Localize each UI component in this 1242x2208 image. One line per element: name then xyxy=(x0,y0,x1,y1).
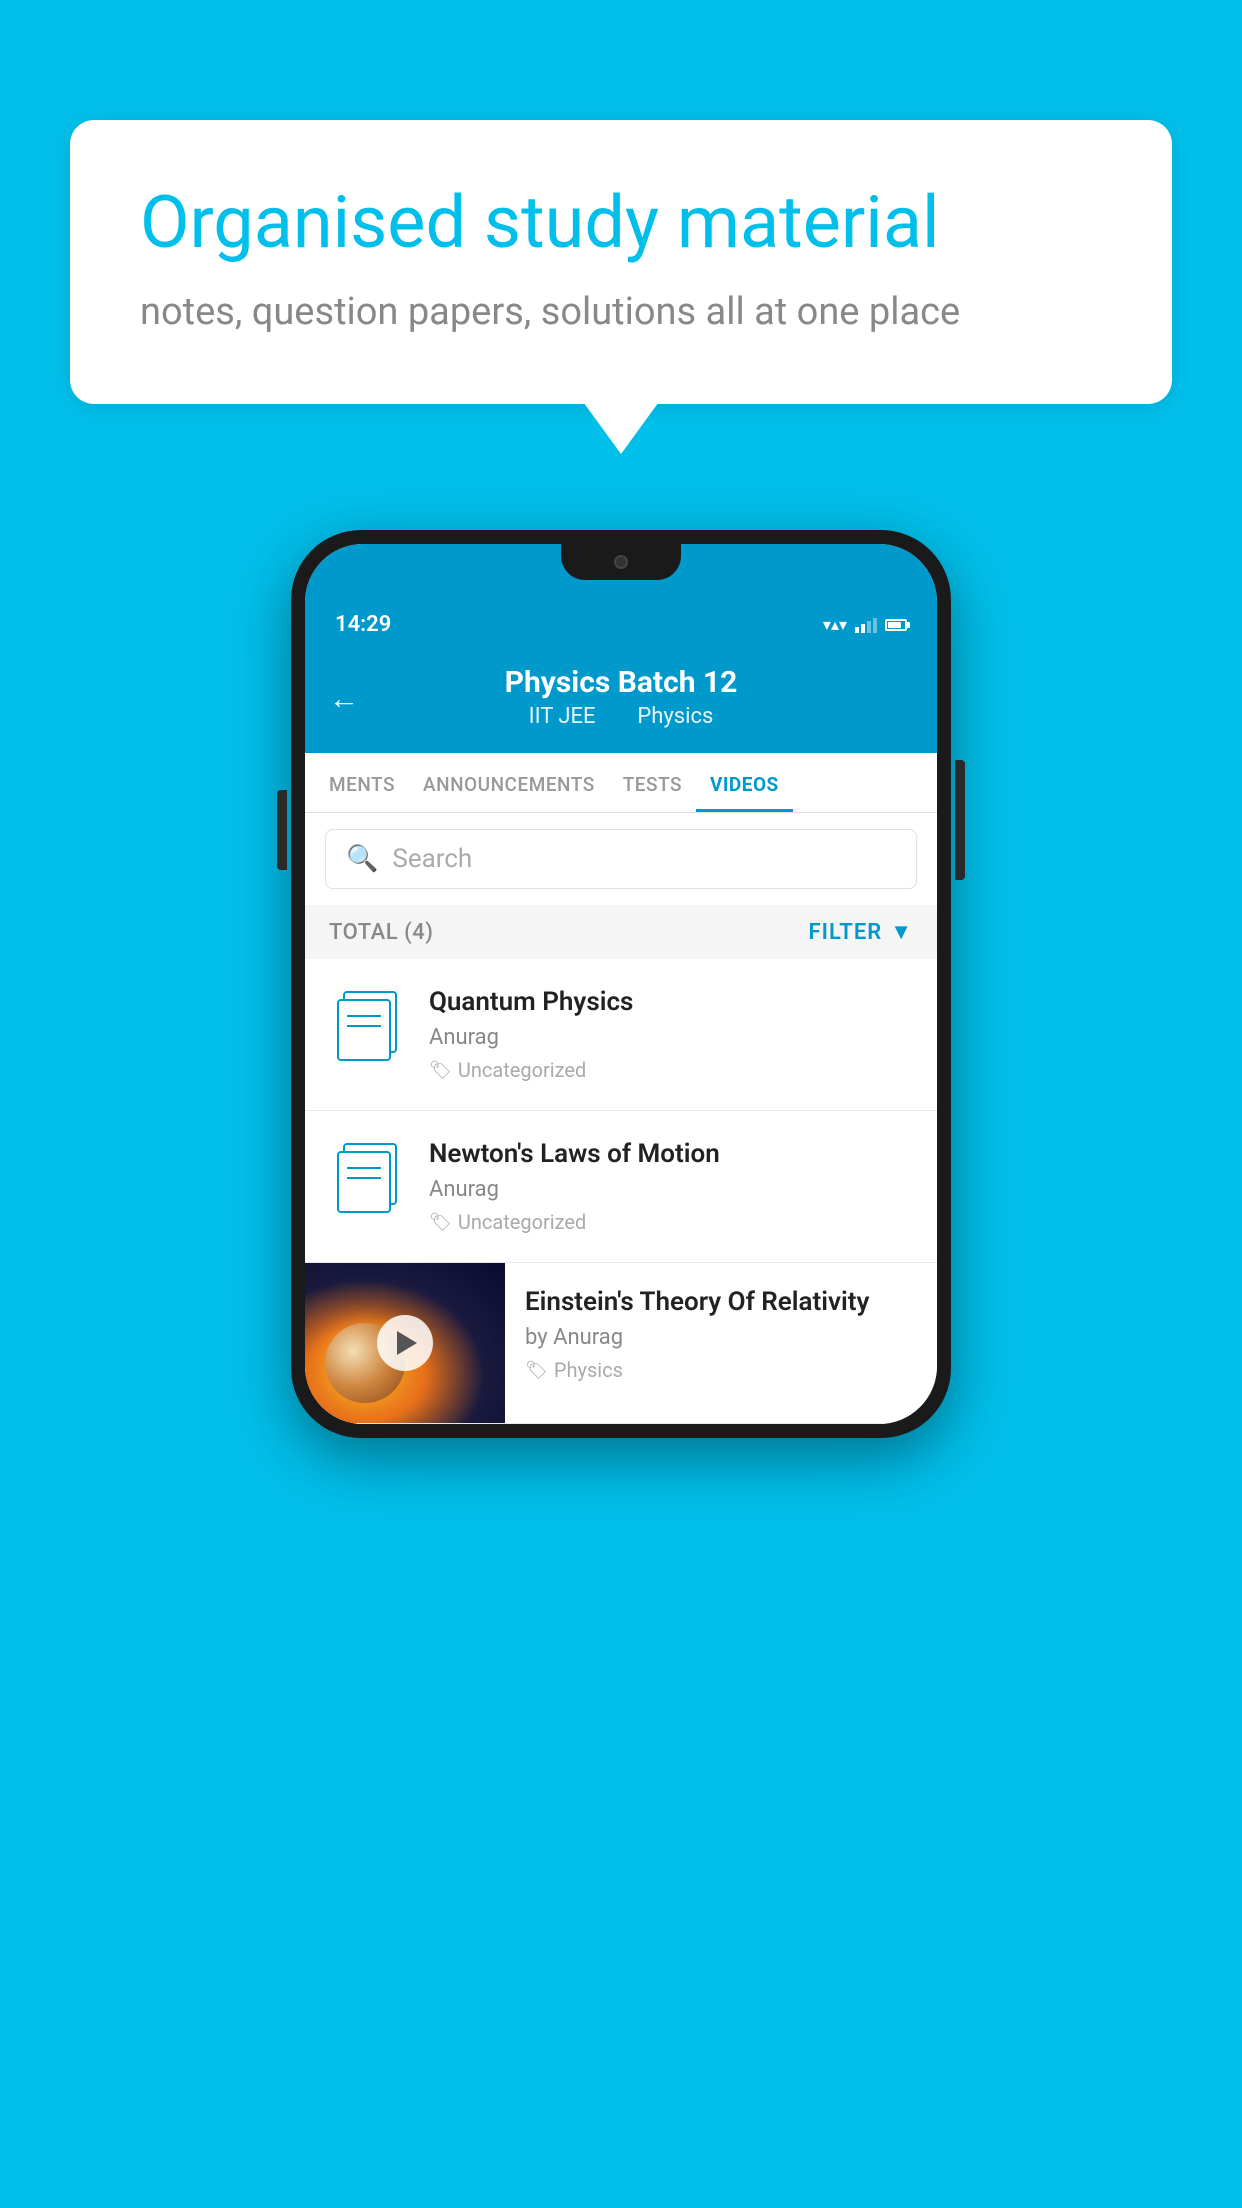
tag-icon-3: 🏷 xyxy=(525,1360,548,1381)
play-triangle-icon xyxy=(397,1331,417,1355)
filter-label: FILTER xyxy=(809,920,883,945)
video-item-3[interactable]: Einstein's Theory Of Relativity by Anura… xyxy=(305,1263,937,1424)
batch-subtitle: IIT JEE Physics xyxy=(335,704,907,729)
status-icons: ▾▴▾ xyxy=(823,615,907,634)
video-tag-1: 🏷 Uncategorized xyxy=(429,1058,913,1082)
phone-outer-shell: 14:29 ▾▴▾ ← Physics Batch 12 xyxy=(291,530,951,1438)
play-button[interactable] xyxy=(377,1315,433,1371)
back-button[interactable]: ← xyxy=(329,682,359,717)
subtitle-physics: Physics xyxy=(637,704,713,729)
search-container: 🔍 Search xyxy=(305,813,937,905)
bubble-title: Organised study material xyxy=(140,180,1102,266)
video-info-3: Einstein's Theory Of Relativity by Anura… xyxy=(505,1263,937,1406)
total-count: TOTAL (4) xyxy=(329,920,433,945)
document-icon-1 xyxy=(337,991,401,1063)
status-bar: 14:29 ▾▴▾ xyxy=(305,604,937,645)
video-thumb-2 xyxy=(329,1139,409,1219)
front-camera xyxy=(614,555,628,569)
tab-ments[interactable]: MENTS xyxy=(315,753,409,812)
signal-icon xyxy=(855,617,877,633)
tab-videos[interactable]: VIDEOS xyxy=(696,753,793,812)
tag-icon-1: 🏷 xyxy=(429,1060,452,1081)
tab-announcements[interactable]: ANNOUNCEMENTS xyxy=(409,753,609,812)
video-title-1: Quantum Physics xyxy=(429,987,913,1017)
tag-icon-2: 🏷 xyxy=(429,1212,452,1233)
video-author-2: Anurag xyxy=(429,1177,913,1202)
battery-icon xyxy=(885,619,907,631)
video-thumb-1 xyxy=(329,987,409,1067)
video-info-1: Quantum Physics Anurag 🏷 Uncategorized xyxy=(429,987,913,1082)
app-header: ← Physics Batch 12 IIT JEE Physics xyxy=(305,645,937,753)
phone-screen: 14:29 ▾▴▾ ← Physics Batch 12 xyxy=(305,544,937,1424)
search-icon: 🔍 xyxy=(346,844,378,874)
wifi-icon: ▾▴▾ xyxy=(823,615,847,634)
search-input[interactable]: Search xyxy=(392,844,472,874)
search-input-wrap[interactable]: 🔍 Search xyxy=(325,829,917,889)
video-title-2: Newton's Laws of Motion xyxy=(429,1139,913,1169)
video-author-1: Anurag xyxy=(429,1025,913,1050)
video-list: Quantum Physics Anurag 🏷 Uncategorized xyxy=(305,959,937,1424)
video-thumbnail-3 xyxy=(305,1263,505,1423)
filter-funnel-icon: ▼ xyxy=(890,919,913,945)
speech-bubble: Organised study material notes, question… xyxy=(70,120,1172,404)
batch-title: Physics Batch 12 xyxy=(335,665,907,700)
phone-mockup: 14:29 ▾▴▾ ← Physics Batch 12 xyxy=(291,530,951,1438)
filter-button[interactable]: FILTER ▼ xyxy=(809,919,913,945)
document-icon-2 xyxy=(337,1143,401,1215)
video-tag-2: 🏷 Uncategorized xyxy=(429,1210,913,1234)
filter-bar: TOTAL (4) FILTER ▼ xyxy=(305,905,937,959)
video-info-2: Newton's Laws of Motion Anurag 🏷 Uncateg… xyxy=(429,1139,913,1234)
video-item-2[interactable]: Newton's Laws of Motion Anurag 🏷 Uncateg… xyxy=(305,1111,937,1263)
bubble-subtitle: notes, question papers, solutions all at… xyxy=(140,290,1102,334)
video-tag-3: 🏷 Physics xyxy=(525,1358,917,1382)
video-item-1[interactable]: Quantum Physics Anurag 🏷 Uncategorized xyxy=(305,959,937,1111)
status-time: 14:29 xyxy=(335,612,391,637)
tab-tests[interactable]: TESTS xyxy=(609,753,696,812)
video-author-3: by Anurag xyxy=(525,1325,917,1350)
hero-section: Organised study material notes, question… xyxy=(70,120,1172,404)
phone-notch xyxy=(305,544,937,604)
subtitle-iitjee: IIT JEE xyxy=(529,704,596,729)
notch-cutout xyxy=(561,544,681,580)
tabs-bar: MENTS ANNOUNCEMENTS TESTS VIDEOS xyxy=(305,753,937,813)
video-title-3: Einstein's Theory Of Relativity xyxy=(525,1287,917,1317)
